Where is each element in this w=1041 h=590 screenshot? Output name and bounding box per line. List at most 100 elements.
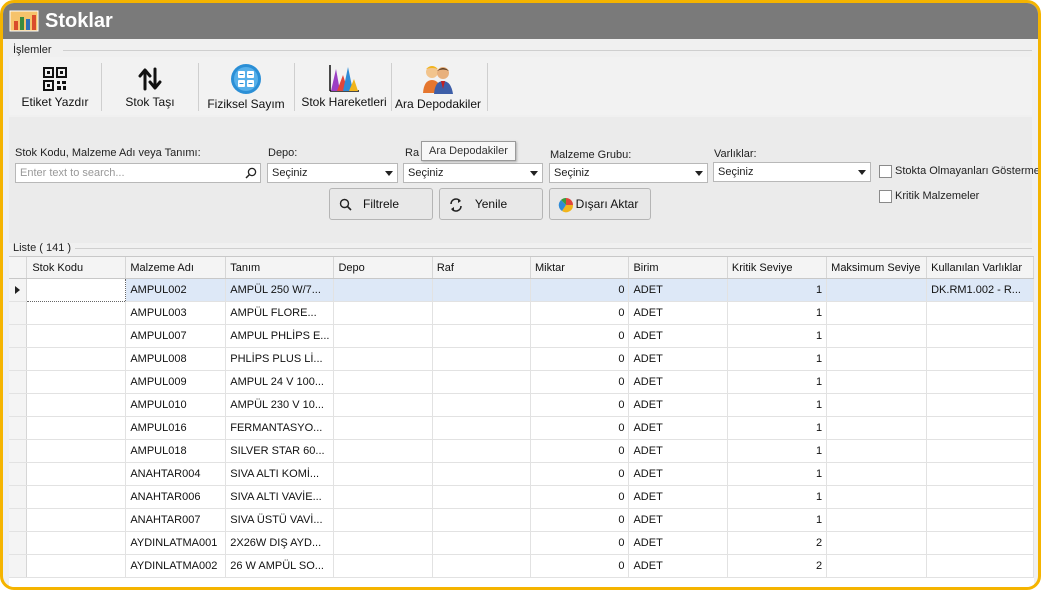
table-cell[interactable]: ANAHTAR004: [125, 462, 227, 486]
table-cell[interactable]: [826, 416, 928, 440]
table-cell[interactable]: [826, 508, 928, 532]
table-cell[interactable]: [333, 554, 433, 578]
table-cell[interactable]: [26, 278, 127, 302]
table-cell[interactable]: [926, 347, 1034, 371]
table-cell[interactable]: ADET: [628, 508, 728, 532]
table-cell[interactable]: [432, 508, 532, 532]
column-header[interactable]: Stok Kodu: [26, 257, 127, 279]
table-row[interactable]: AYDINLATMA001 2X26W DIŞ AYD... 0 ADET 2: [9, 531, 1034, 555]
row-indicator[interactable]: [9, 554, 28, 578]
table-cell[interactable]: 0: [530, 393, 630, 417]
row-indicator[interactable]: [9, 508, 28, 532]
table-cell[interactable]: [926, 485, 1034, 509]
table-cell[interactable]: [826, 485, 928, 509]
table-cell[interactable]: [432, 485, 532, 509]
table-cell[interactable]: 0: [530, 462, 630, 486]
table-cell[interactable]: 0: [530, 531, 630, 555]
table-cell[interactable]: ANAHTAR006: [125, 485, 227, 509]
table-cell[interactable]: [26, 554, 127, 578]
yenile-button[interactable]: Yenile: [439, 188, 543, 220]
row-indicator[interactable]: [9, 393, 28, 417]
table-row[interactable]: AMPUL003 AMPÜL FLORE... 0 ADET 1: [9, 301, 1034, 325]
row-indicator[interactable]: [9, 301, 28, 325]
table-row[interactable]: AMPUL008 PHLİPS PLUS Lİ... 0 ADET 1: [9, 347, 1034, 371]
table-cell[interactable]: [926, 416, 1034, 440]
table-cell[interactable]: 1: [727, 324, 828, 348]
table-cell[interactable]: AMPUL 24 V 100...: [225, 370, 335, 394]
table-cell[interactable]: 2: [727, 554, 828, 578]
table-cell[interactable]: ADET: [628, 462, 728, 486]
varliklar-select[interactable]: Seçiniz: [713, 162, 871, 182]
table-cell[interactable]: [333, 439, 433, 463]
table-cell[interactable]: ADET: [628, 485, 728, 509]
table-cell[interactable]: [333, 324, 433, 348]
table-cell[interactable]: [333, 485, 433, 509]
table-row[interactable]: AMPUL009 AMPUL 24 V 100... 0 ADET 1: [9, 370, 1034, 394]
table-cell[interactable]: 0: [530, 278, 630, 302]
table-cell[interactable]: [826, 347, 928, 371]
table-cell[interactable]: AMPUL003: [125, 301, 227, 325]
table-cell[interactable]: [26, 370, 127, 394]
table-row[interactable]: AMPUL018 SILVER STAR 60... 0 ADET 1: [9, 439, 1034, 463]
raf-select[interactable]: Seçiniz: [403, 163, 543, 183]
table-cell[interactable]: AMPÜL 250 W/7...: [225, 278, 335, 302]
search-input[interactable]: Enter text to search...: [15, 163, 261, 183]
table-cell[interactable]: ADET: [628, 347, 728, 371]
row-indicator[interactable]: [9, 485, 28, 509]
table-cell[interactable]: ADET: [628, 554, 728, 578]
table-cell[interactable]: [26, 416, 127, 440]
stok-tasi-button[interactable]: Stok Taşı: [109, 59, 191, 113]
table-cell[interactable]: [432, 531, 532, 555]
table-cell[interactable]: [26, 347, 127, 371]
table-cell[interactable]: ADET: [628, 393, 728, 417]
table-cell[interactable]: [333, 301, 433, 325]
table-row[interactable]: AMPUL010 AMPÜL 230 V 10... 0 ADET 1: [9, 393, 1034, 417]
table-cell[interactable]: SIVA ALTI KOMİ...: [225, 462, 335, 486]
table-cell[interactable]: 1: [727, 393, 828, 417]
filtrele-button[interactable]: Filtrele: [329, 188, 433, 220]
column-header[interactable]: Maksimum Seviye: [826, 257, 928, 279]
table-cell[interactable]: [333, 278, 433, 302]
table-row[interactable]: AMPUL002 AMPÜL 250 W/7... 0 ADET 1 DK.RM1.002…: [9, 278, 1034, 302]
table-cell[interactable]: [432, 370, 532, 394]
column-header[interactable]: Miktar: [530, 257, 630, 279]
table-cell[interactable]: 0: [530, 301, 630, 325]
table-cell[interactable]: [432, 416, 532, 440]
table-cell[interactable]: 1: [727, 439, 828, 463]
table-cell[interactable]: 1: [727, 416, 828, 440]
table-cell[interactable]: [26, 531, 127, 555]
table-cell[interactable]: AMPÜL 230 V 10...: [225, 393, 335, 417]
table-cell[interactable]: [26, 324, 127, 348]
table-cell[interactable]: [926, 301, 1034, 325]
table-cell[interactable]: [826, 531, 928, 555]
table-cell[interactable]: DK.RM1.002 - R...: [926, 278, 1034, 302]
table-cell[interactable]: [333, 370, 433, 394]
table-cell[interactable]: ADET: [628, 439, 728, 463]
column-header[interactable]: Depo: [333, 257, 433, 279]
table-cell[interactable]: 1: [727, 370, 828, 394]
table-cell[interactable]: [26, 439, 127, 463]
table-cell[interactable]: [926, 554, 1034, 578]
table-cell[interactable]: [826, 439, 928, 463]
table-cell[interactable]: [432, 554, 532, 578]
table-cell[interactable]: [26, 393, 127, 417]
table-cell[interactable]: 0: [530, 416, 630, 440]
table-cell[interactable]: [926, 531, 1034, 555]
table-cell[interactable]: [333, 462, 433, 486]
table-cell[interactable]: [333, 393, 433, 417]
column-header[interactable]: Kullanılan Varlıklar: [926, 257, 1034, 279]
table-cell[interactable]: [926, 370, 1034, 394]
table-cell[interactable]: 0: [530, 347, 630, 371]
table-cell[interactable]: [826, 393, 928, 417]
row-indicator[interactable]: [9, 531, 28, 555]
row-indicator[interactable]: [9, 324, 28, 348]
column-header[interactable]: Raf: [432, 257, 532, 279]
table-cell[interactable]: SIVA ALTI VAVİE...: [225, 485, 335, 509]
table-cell[interactable]: ADET: [628, 301, 728, 325]
column-header[interactable]: Tanım: [225, 257, 335, 279]
ara-depodakiler-button[interactable]: Ara Depodakiler: [394, 59, 482, 113]
table-cell[interactable]: AMPUL PHLİPS E...: [225, 324, 335, 348]
table-row[interactable]: ANAHTAR006 SIVA ALTI VAVİE... 0 ADET 1: [9, 485, 1034, 509]
table-cell[interactable]: 1: [727, 508, 828, 532]
table-cell[interactable]: [826, 278, 928, 302]
